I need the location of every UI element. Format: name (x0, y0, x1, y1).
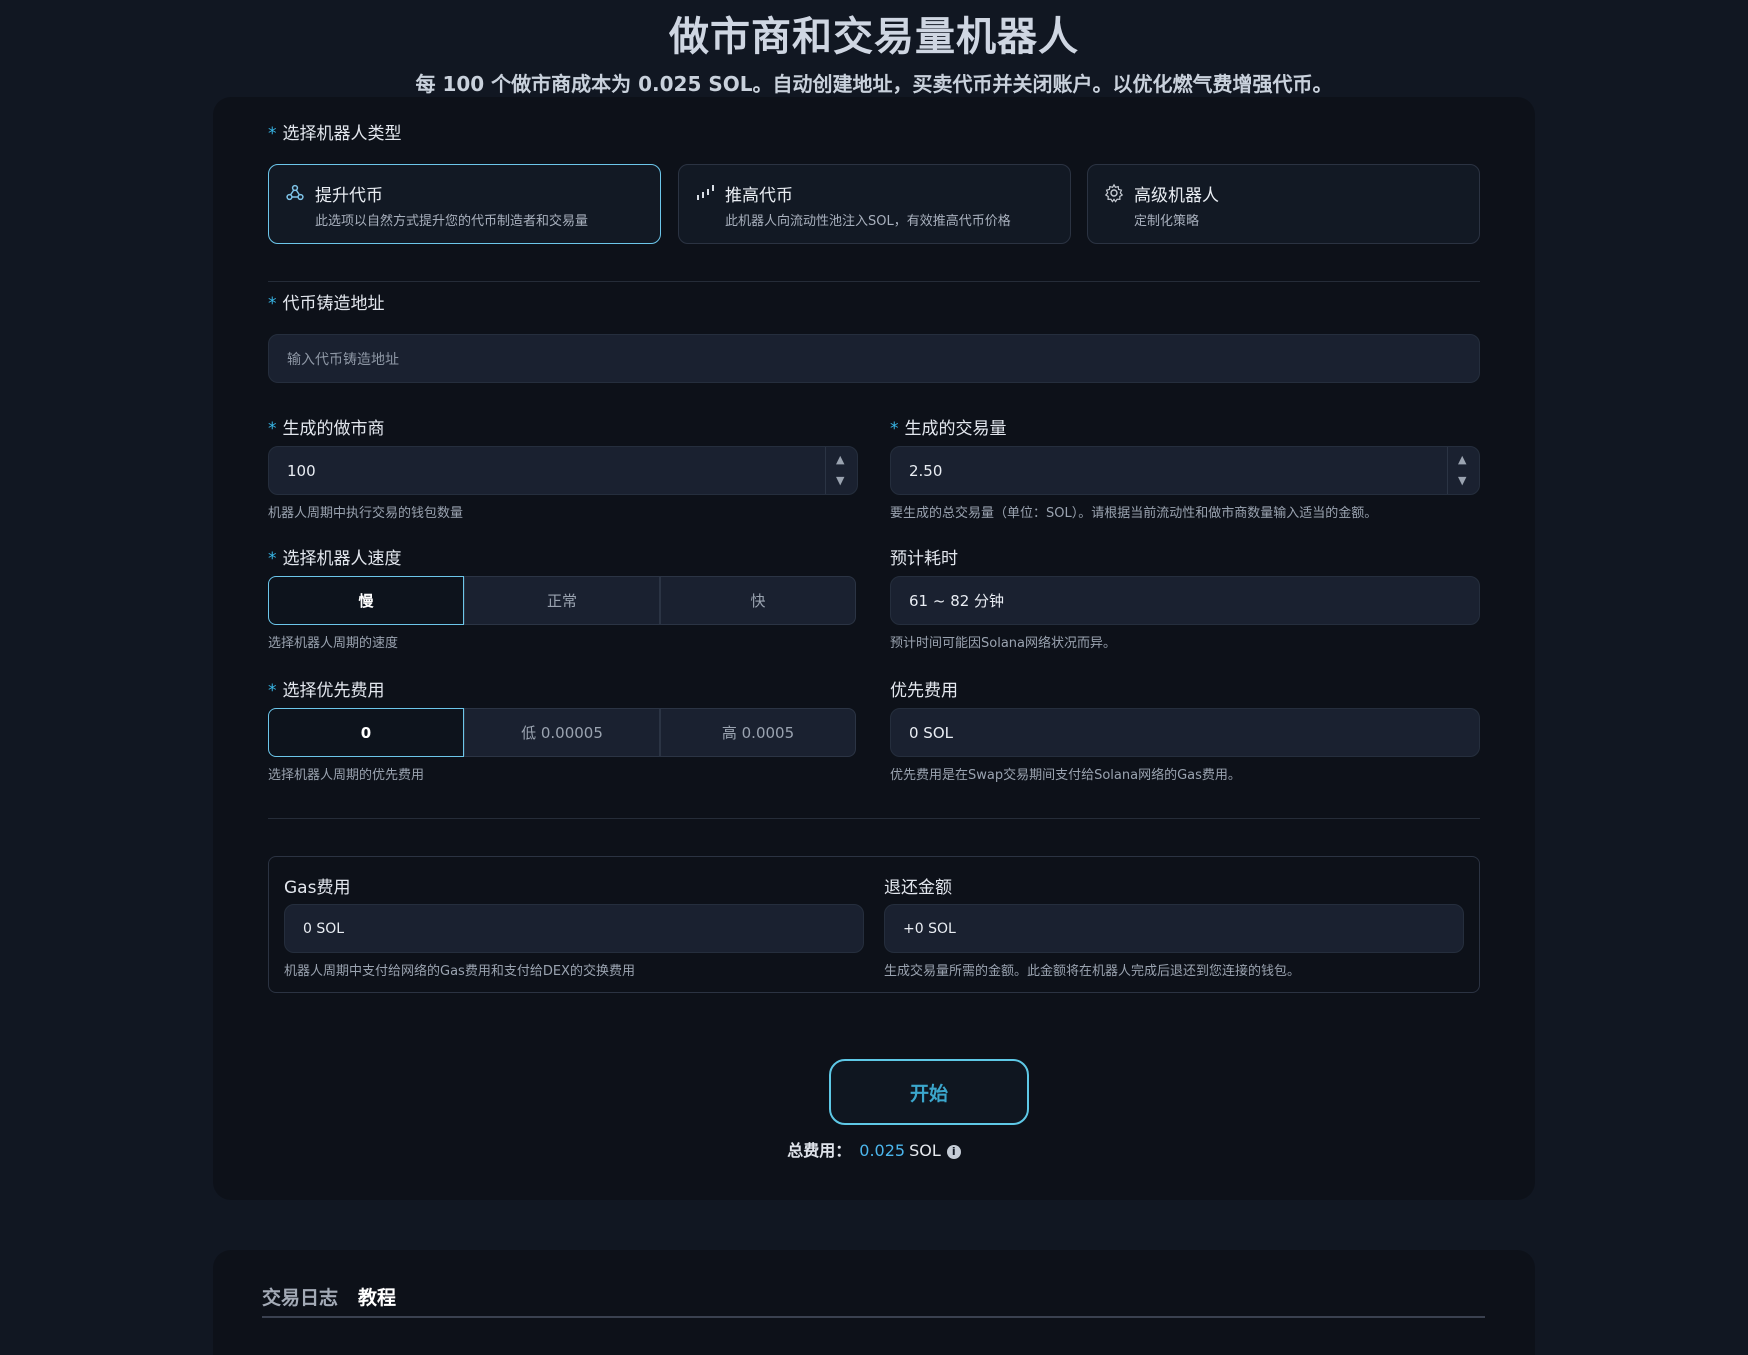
bot-type-title: 推高代币 (725, 186, 793, 206)
divider (268, 281, 1480, 282)
priority-option-zero[interactable]: 0 (268, 708, 464, 757)
divider (268, 818, 1480, 819)
mint-address-input[interactable]: 输入代币铸造地址 (268, 334, 1480, 383)
stepper-down-icon[interactable]: ▼ (836, 474, 844, 487)
priority-selector: 0 低 0.00005 高 0.0005 (268, 708, 856, 757)
bot-type-boost[interactable]: 提升代币 此选项以自然方式提升您的代币制造者和交易量 (268, 164, 661, 244)
stepper-up-icon[interactable]: ▲ (1458, 453, 1466, 466)
log-tutorial-card: 交易日志 教程 (213, 1250, 1535, 1355)
bot-type-advanced[interactable]: 高级机器人 定制化策略 (1087, 164, 1480, 244)
bot-type-title: 提升代币 (315, 186, 383, 206)
makers-label: * 生成的做市商 (268, 419, 385, 439)
volume-stepper[interactable]: ▲ ▼ (1447, 447, 1479, 494)
required-mark: * (268, 294, 277, 314)
bot-type-desc: 此选项以自然方式提升您的代币制造者和交易量 (315, 214, 589, 229)
priority-fee-label: 优先费用 (890, 681, 958, 701)
required-mark: * (268, 549, 277, 569)
makers-stepper[interactable]: ▲ ▼ (825, 447, 857, 494)
refund-help: 生成交易量所需的金额。此金额将在机器人完成后退还到您连接的钱包。 (884, 964, 1301, 979)
required-mark: * (268, 681, 277, 701)
bot-type-label: * 选择机器人类型 (268, 124, 402, 144)
total-fee-label: 总费用： (787, 1141, 852, 1160)
required-mark: * (268, 419, 277, 439)
chart-up-icon (697, 185, 714, 200)
volume-help: 要生成的总交易量（单位：SOL）。请根据当前流动性和做市商数量输入适当的金额。 (890, 506, 1378, 521)
gas-field: 0 SOL (284, 904, 864, 953)
speed-option-fast[interactable]: 快 (660, 576, 856, 625)
page-title: 做市商和交易量机器人 (669, 14, 1079, 60)
required-mark: * (268, 124, 277, 144)
speed-option-slow[interactable]: 慢 (268, 576, 464, 625)
eta-field: 61 ~ 82 分钟 (890, 576, 1480, 625)
tab-trade-log[interactable]: 交易日志 (262, 1283, 338, 1310)
bot-type-desc: 此机器人向流动性池注入SOL，有效推高代币价格 (725, 214, 1011, 229)
refund-label: 退还金额 (884, 878, 952, 898)
eta-help: 预计时间可能因Solana网络状况而异。 (890, 636, 1116, 651)
priority-fee-field: 0 SOL (890, 708, 1480, 757)
speed-help: 选择机器人周期的速度 (268, 636, 399, 651)
bottom-tabs: 交易日志 教程 (262, 1283, 396, 1310)
bot-type-selector: 提升代币 此选项以自然方式提升您的代币制造者和交易量 推高代币 此机器人向流动性… (268, 164, 1480, 244)
bot-type-pump[interactable]: 推高代币 此机器人向流动性池注入SOL，有效推高代币价格 (678, 164, 1071, 244)
start-button[interactable]: 开始 (829, 1059, 1029, 1125)
makers-help: 机器人周期中执行交易的钱包数量 (268, 506, 464, 521)
speed-option-normal[interactable]: 正常 (464, 576, 660, 625)
speed-selector: 慢 正常 快 (268, 576, 856, 625)
bot-type-title: 高级机器人 (1134, 186, 1219, 206)
total-fee-unit: SOL (909, 1141, 941, 1160)
page-header: 做市商和交易量机器人 每 100 个做市商成本为 0.025 SOL。自动创建地… (0, 0, 1748, 97)
priority-label: * 选择优先费用 (268, 681, 385, 701)
bot-config-card: * 选择机器人类型 提升代币 此选项以自然方式提升您的代币制造者和交易量 推高代… (213, 97, 1535, 1200)
speed-label: * 选择机器人速度 (268, 549, 402, 569)
network-icon (286, 184, 304, 201)
fee-summary-box: Gas费用 0 SOL 机器人周期中支付给网络的Gas费用和支付给DEX的交换费… (268, 856, 1480, 993)
makers-input[interactable]: 100 ▲ ▼ (268, 446, 858, 495)
required-mark: * (890, 419, 899, 439)
page-subtitle: 每 100 个做市商成本为 0.025 SOL。自动创建地址，买卖代币并关闭账户… (415, 72, 1333, 96)
stepper-down-icon[interactable]: ▼ (1458, 474, 1466, 487)
stepper-up-icon[interactable]: ▲ (836, 453, 844, 466)
tabs-underline (262, 1316, 1485, 1318)
gas-label: Gas费用 (284, 878, 351, 898)
tab-tutorial[interactable]: 教程 (358, 1283, 396, 1310)
info-icon[interactable]: i (946, 1144, 961, 1159)
volume-input[interactable]: 2.50 ▲ ▼ (890, 446, 1480, 495)
gear-icon (1104, 183, 1124, 203)
priority-option-high[interactable]: 高 0.0005 (660, 708, 856, 757)
volume-label: * 生成的交易量 (890, 419, 1007, 439)
eta-label: 预计耗时 (890, 549, 958, 569)
refund-field: +0 SOL (884, 904, 1464, 953)
priority-fee-help: 优先费用是在Swap交易期间支付给Solana网络的Gas费用。 (890, 768, 1241, 783)
mint-label: * 代币铸造地址 (268, 294, 385, 314)
gas-help: 机器人周期中支付给网络的Gas费用和支付给DEX的交换费用 (284, 964, 635, 979)
priority-help: 选择机器人周期的优先费用 (268, 768, 425, 783)
bot-type-desc: 定制化策略 (1134, 214, 1200, 229)
total-fee-value: 0.025 (859, 1141, 906, 1160)
priority-option-low[interactable]: 低 0.00005 (464, 708, 660, 757)
total-fee: 总费用： 0.025 SOL i (268, 1137, 1480, 1161)
